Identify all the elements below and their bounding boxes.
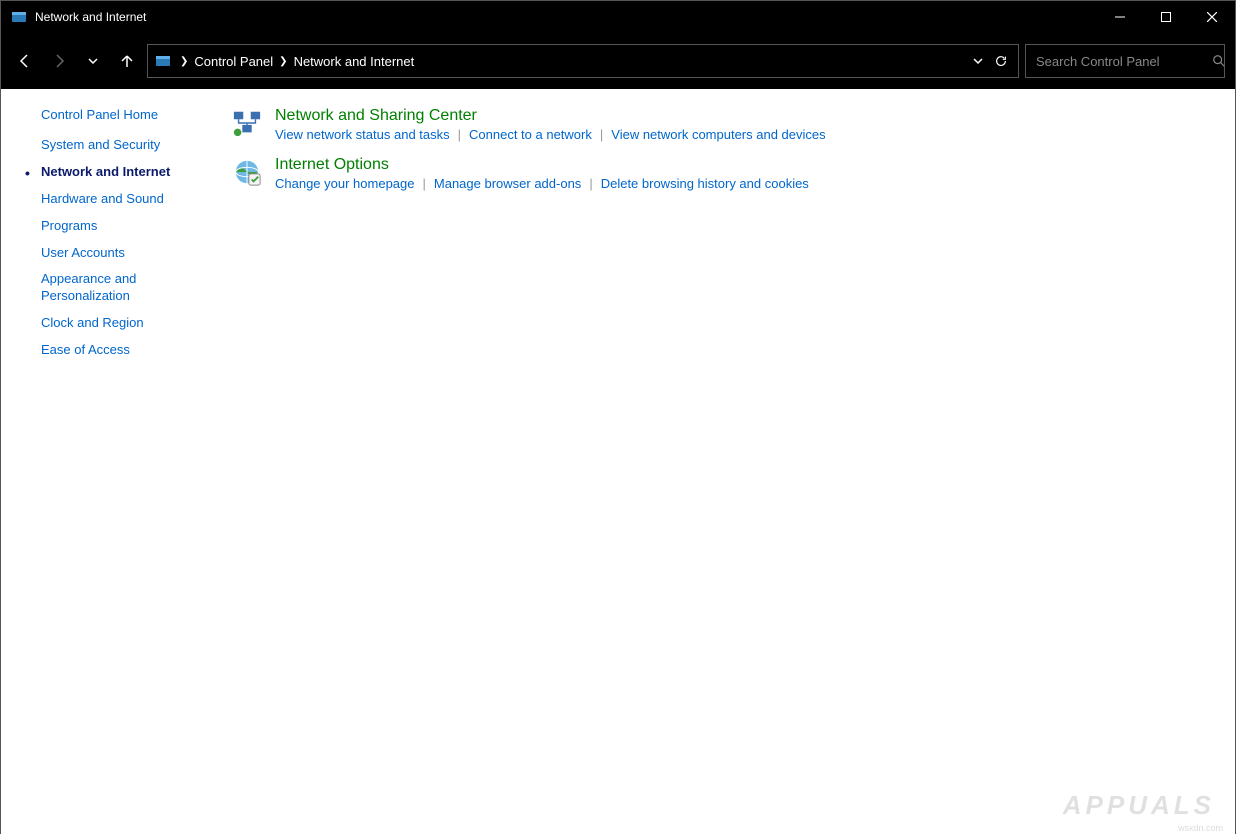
maximize-button[interactable] xyxy=(1143,1,1189,33)
section-link[interactable]: Connect to a network xyxy=(469,127,592,142)
search-icon[interactable] xyxy=(1212,54,1226,68)
forward-button[interactable] xyxy=(45,47,73,75)
link-divider: | xyxy=(415,176,434,191)
chevron-right-icon: ❯ xyxy=(178,56,190,67)
section-link[interactable]: View network status and tasks xyxy=(275,127,450,142)
section-links: View network status and tasks|Connect to… xyxy=(275,127,1215,142)
sidebar-item[interactable]: Ease of Access xyxy=(1,337,211,364)
section-link[interactable]: Change your homepage xyxy=(275,176,415,191)
search-input[interactable] xyxy=(1036,54,1212,69)
sidebar-item[interactable]: Programs xyxy=(1,213,211,240)
sidebar-item[interactable]: Hardware and Sound xyxy=(1,186,211,213)
sidebar-header[interactable]: Control Panel Home xyxy=(1,107,211,132)
link-divider: | xyxy=(581,176,600,191)
chevron-down-icon[interactable] xyxy=(972,55,984,67)
search-box[interactable] xyxy=(1025,44,1225,78)
sidebar-item[interactable]: Network and Internet xyxy=(1,159,211,186)
main-panel: Network and Sharing Center View network s… xyxy=(211,89,1235,835)
sidebar: Control Panel Home System and SecurityNe… xyxy=(1,89,211,835)
window-icon xyxy=(11,9,27,25)
section: Network and Sharing Center View network s… xyxy=(231,107,1215,142)
minimize-button[interactable] xyxy=(1097,1,1143,33)
section-link[interactable]: Delete browsing history and cookies xyxy=(601,176,809,191)
back-button[interactable] xyxy=(11,47,39,75)
link-divider: | xyxy=(450,127,469,142)
network-sharing-icon xyxy=(231,107,263,139)
sidebar-item[interactable]: User Accounts xyxy=(1,240,211,267)
watermark: APPUALS xyxy=(1063,790,1215,821)
chevron-right-icon: ❯ xyxy=(277,56,289,67)
section-title[interactable]: Network and Sharing Center xyxy=(275,107,1215,125)
sidebar-item[interactable]: System and Security xyxy=(1,132,211,159)
address-bar[interactable]: ❯ Control Panel ❯ Network and Internet xyxy=(147,44,1019,78)
up-button[interactable] xyxy=(113,47,141,75)
control-panel-icon xyxy=(154,52,172,70)
watermark-source: wsxdn.com xyxy=(1178,823,1223,833)
breadcrumb-root[interactable]: Control Panel xyxy=(190,54,277,69)
section-title[interactable]: Internet Options xyxy=(275,156,1215,174)
close-button[interactable] xyxy=(1189,1,1235,33)
internet-options-icon xyxy=(231,156,263,188)
link-divider: | xyxy=(592,127,611,142)
section-links: Change your homepage|Manage browser add-… xyxy=(275,176,1215,191)
sidebar-item[interactable]: Clock and Region xyxy=(1,310,211,337)
breadcrumb-current[interactable]: Network and Internet xyxy=(290,54,419,69)
refresh-button[interactable] xyxy=(994,54,1008,68)
section-link[interactable]: Manage browser add-ons xyxy=(434,176,581,191)
sidebar-item[interactable]: Appearance and Personalization xyxy=(1,266,211,310)
section-link[interactable]: View network computers and devices xyxy=(611,127,825,142)
recent-locations-button[interactable] xyxy=(79,47,107,75)
content-area: Control Panel Home System and SecurityNe… xyxy=(1,89,1235,835)
titlebar: Network and Internet xyxy=(1,1,1235,33)
window-title: Network and Internet xyxy=(35,10,146,24)
toolbar: ❯ Control Panel ❯ Network and Internet xyxy=(1,33,1235,89)
section: Internet OptionsChange your homepage|Man… xyxy=(231,156,1215,191)
